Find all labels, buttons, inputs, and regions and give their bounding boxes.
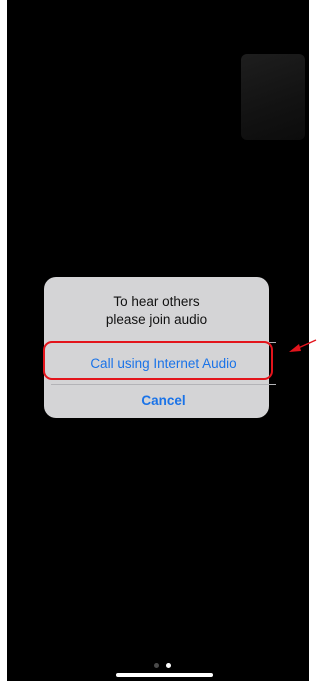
call-using-internet-audio-button[interactable]: Call using Internet Audio [51, 343, 276, 384]
dialog-actions-layer: Call using Internet Audio Cancel [0, 0, 316, 681]
arrow-icon [289, 339, 317, 352]
cancel-button[interactable]: Cancel [51, 385, 276, 418]
